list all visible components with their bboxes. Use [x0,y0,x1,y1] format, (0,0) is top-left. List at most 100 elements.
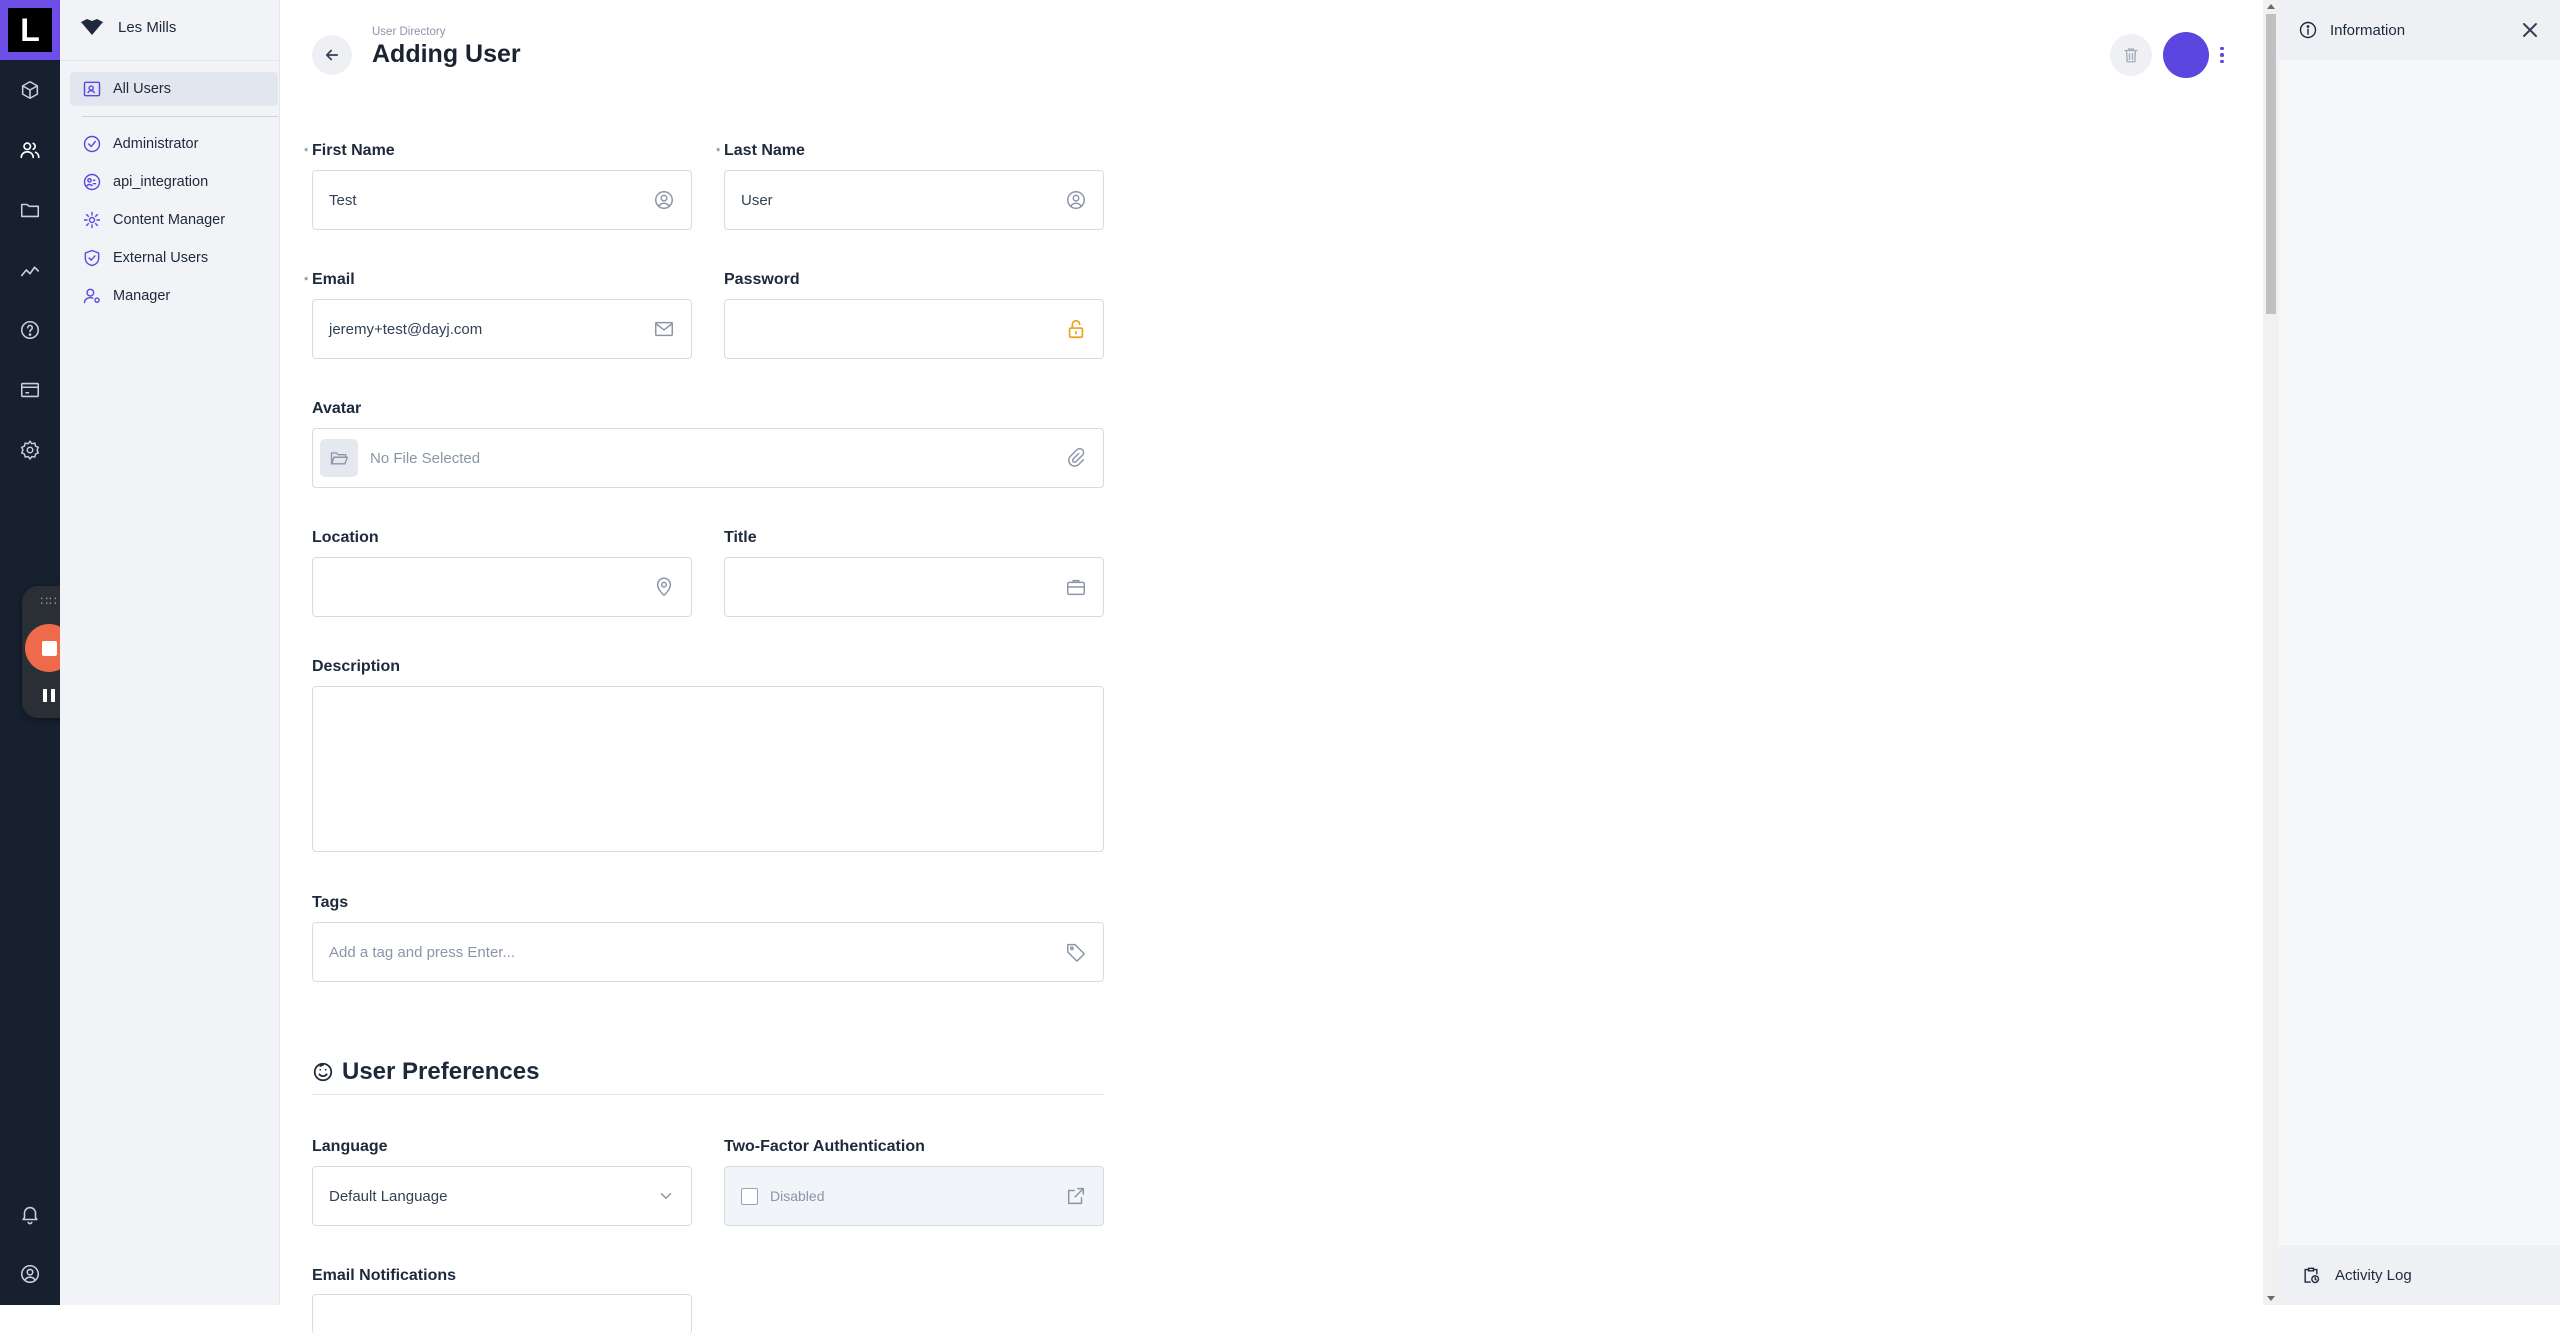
first-name-field[interactable]: Test [312,170,692,230]
divider [60,60,280,61]
location-field[interactable] [312,557,692,617]
last-name-label: Last Name [724,142,805,159]
title-field[interactable] [724,557,1104,617]
user-cog-icon [83,288,100,304]
folder-icon [20,203,40,218]
more-options-button[interactable] [2214,40,2230,70]
paperclip-icon [1068,447,1085,467]
information-panel: Information Activity Log [2279,0,2560,1305]
main-content: User Directory Adding User * First Name … [280,0,2263,1334]
language-value: Default Language [329,1187,448,1205]
chevron-down-icon [660,1193,672,1199]
user-directory-sidebar: Les Mills All Users Administrator api_in… [60,0,280,1305]
rail-settings-button[interactable] [0,426,60,474]
lock-icon[interactable] [1065,318,1087,340]
avatar[interactable] [2163,32,2209,78]
rail-notifications-button[interactable] [0,1190,60,1238]
rail-help-button[interactable] [0,306,60,354]
rail-billing-button[interactable] [0,366,60,414]
smile-icon [313,1062,333,1082]
tags-placeholder: Add a tag and press Enter... [329,943,515,961]
api-icon [83,173,101,191]
rail-analytics-button[interactable] [0,246,60,294]
delete-button[interactable] [2110,34,2152,76]
first-name-label: First Name [312,142,395,159]
account-icon [20,1264,40,1284]
last-name-field[interactable]: User [724,170,1104,230]
email-label: Email [312,271,355,288]
chart-icon [20,266,40,277]
info-icon [2299,21,2317,39]
scroll-thumb[interactable] [2266,14,2276,314]
sidebar-item-manager[interactable]: Manager [70,279,278,313]
divider [312,1094,1104,1095]
org-switcher[interactable]: Les Mills [80,18,176,36]
email-notifications-label: Email Notifications [312,1267,457,1284]
users-folder-icon [83,81,101,97]
billing-icon [20,382,40,398]
avatar-label: Avatar [312,400,362,417]
email-field[interactable]: jeremy+test@dayj.com [312,299,692,359]
two-factor-value: Disabled [770,1188,825,1204]
language-select[interactable]: Default Language [312,1166,692,1226]
scroll-down-arrow[interactable] [2267,1296,2275,1301]
location-label: Location [312,529,379,546]
sidebar-item-label: Content Manager [113,212,226,228]
rail-account-button[interactable] [0,1250,60,1298]
pause-icon-bar [43,688,47,702]
avatar-file-input[interactable]: No File Selected [312,428,1104,488]
rail-users-button[interactable] [0,126,60,174]
tags-label: Tags [312,894,349,911]
user-circle-icon [1067,191,1085,209]
sidebar-item-label: External Users [113,250,209,266]
description-textarea[interactable] [312,686,1104,852]
pause-icon-bar [51,688,55,702]
sidebar-item-label: Manager [113,288,171,304]
sidebar-item-label: api_integration [113,174,209,190]
email-notifications-select[interactable] [312,1294,692,1334]
user-circle-icon [655,191,673,209]
trash-icon [2124,48,2138,63]
information-title: Information [2330,21,2406,39]
avatar-placeholder: No File Selected [370,449,481,467]
main-scrollbar[interactable] [2263,0,2279,1305]
first-name-value: Test [329,191,357,209]
app-logo[interactable]: L [0,0,60,60]
page-title: Adding User [372,40,521,68]
sidebar-item-all-users[interactable]: All Users [70,72,278,106]
shield-check-icon [84,249,100,267]
org-name: Les Mills [118,18,177,36]
folder-open-icon [330,452,348,465]
external-link-icon[interactable] [1065,1185,1087,1207]
language-label: Language [312,1138,388,1155]
more-icon-dot [2220,59,2224,64]
scroll-up-arrow[interactable] [2267,4,2275,9]
sidebar-item-external-users[interactable]: External Users [70,241,278,275]
activity-log-label: Activity Log [2335,1266,2412,1284]
org-logo-icon [81,19,103,35]
sparkle-icon [83,211,101,229]
rail-files-button[interactable] [0,186,60,234]
sidebar-item-label: Administrator [113,136,199,152]
breadcrumb[interactable]: User Directory [372,26,445,38]
sidebar-item-api-integration[interactable]: api_integration [70,165,278,199]
rail-content-button[interactable] [0,66,60,114]
activity-log-button[interactable]: Activity Log [2279,1245,2560,1305]
back-button[interactable] [312,35,352,75]
email-value: jeremy+test@dayj.com [329,320,483,338]
logo-letter: L [8,8,52,52]
arrow-left-icon [325,49,339,61]
password-field[interactable] [724,299,1104,359]
sidebar-item-administrator[interactable]: Administrator [70,127,278,161]
tags-input[interactable]: Add a tag and press Enter... [312,922,1104,982]
more-icon-dot [2220,53,2224,57]
section-title-text: User Preferences [342,1058,540,1085]
browse-file-button[interactable] [320,439,358,477]
sidebar-item-content-manager[interactable]: Content Manager [70,203,278,237]
briefcase-icon [1067,579,1085,596]
clipboard-clock-icon [2304,1267,2320,1284]
more-icon-dot [2220,46,2224,51]
description-label: Description [312,658,401,675]
close-icon[interactable] [2518,18,2542,42]
two-factor-checkbox[interactable] [741,1187,758,1205]
